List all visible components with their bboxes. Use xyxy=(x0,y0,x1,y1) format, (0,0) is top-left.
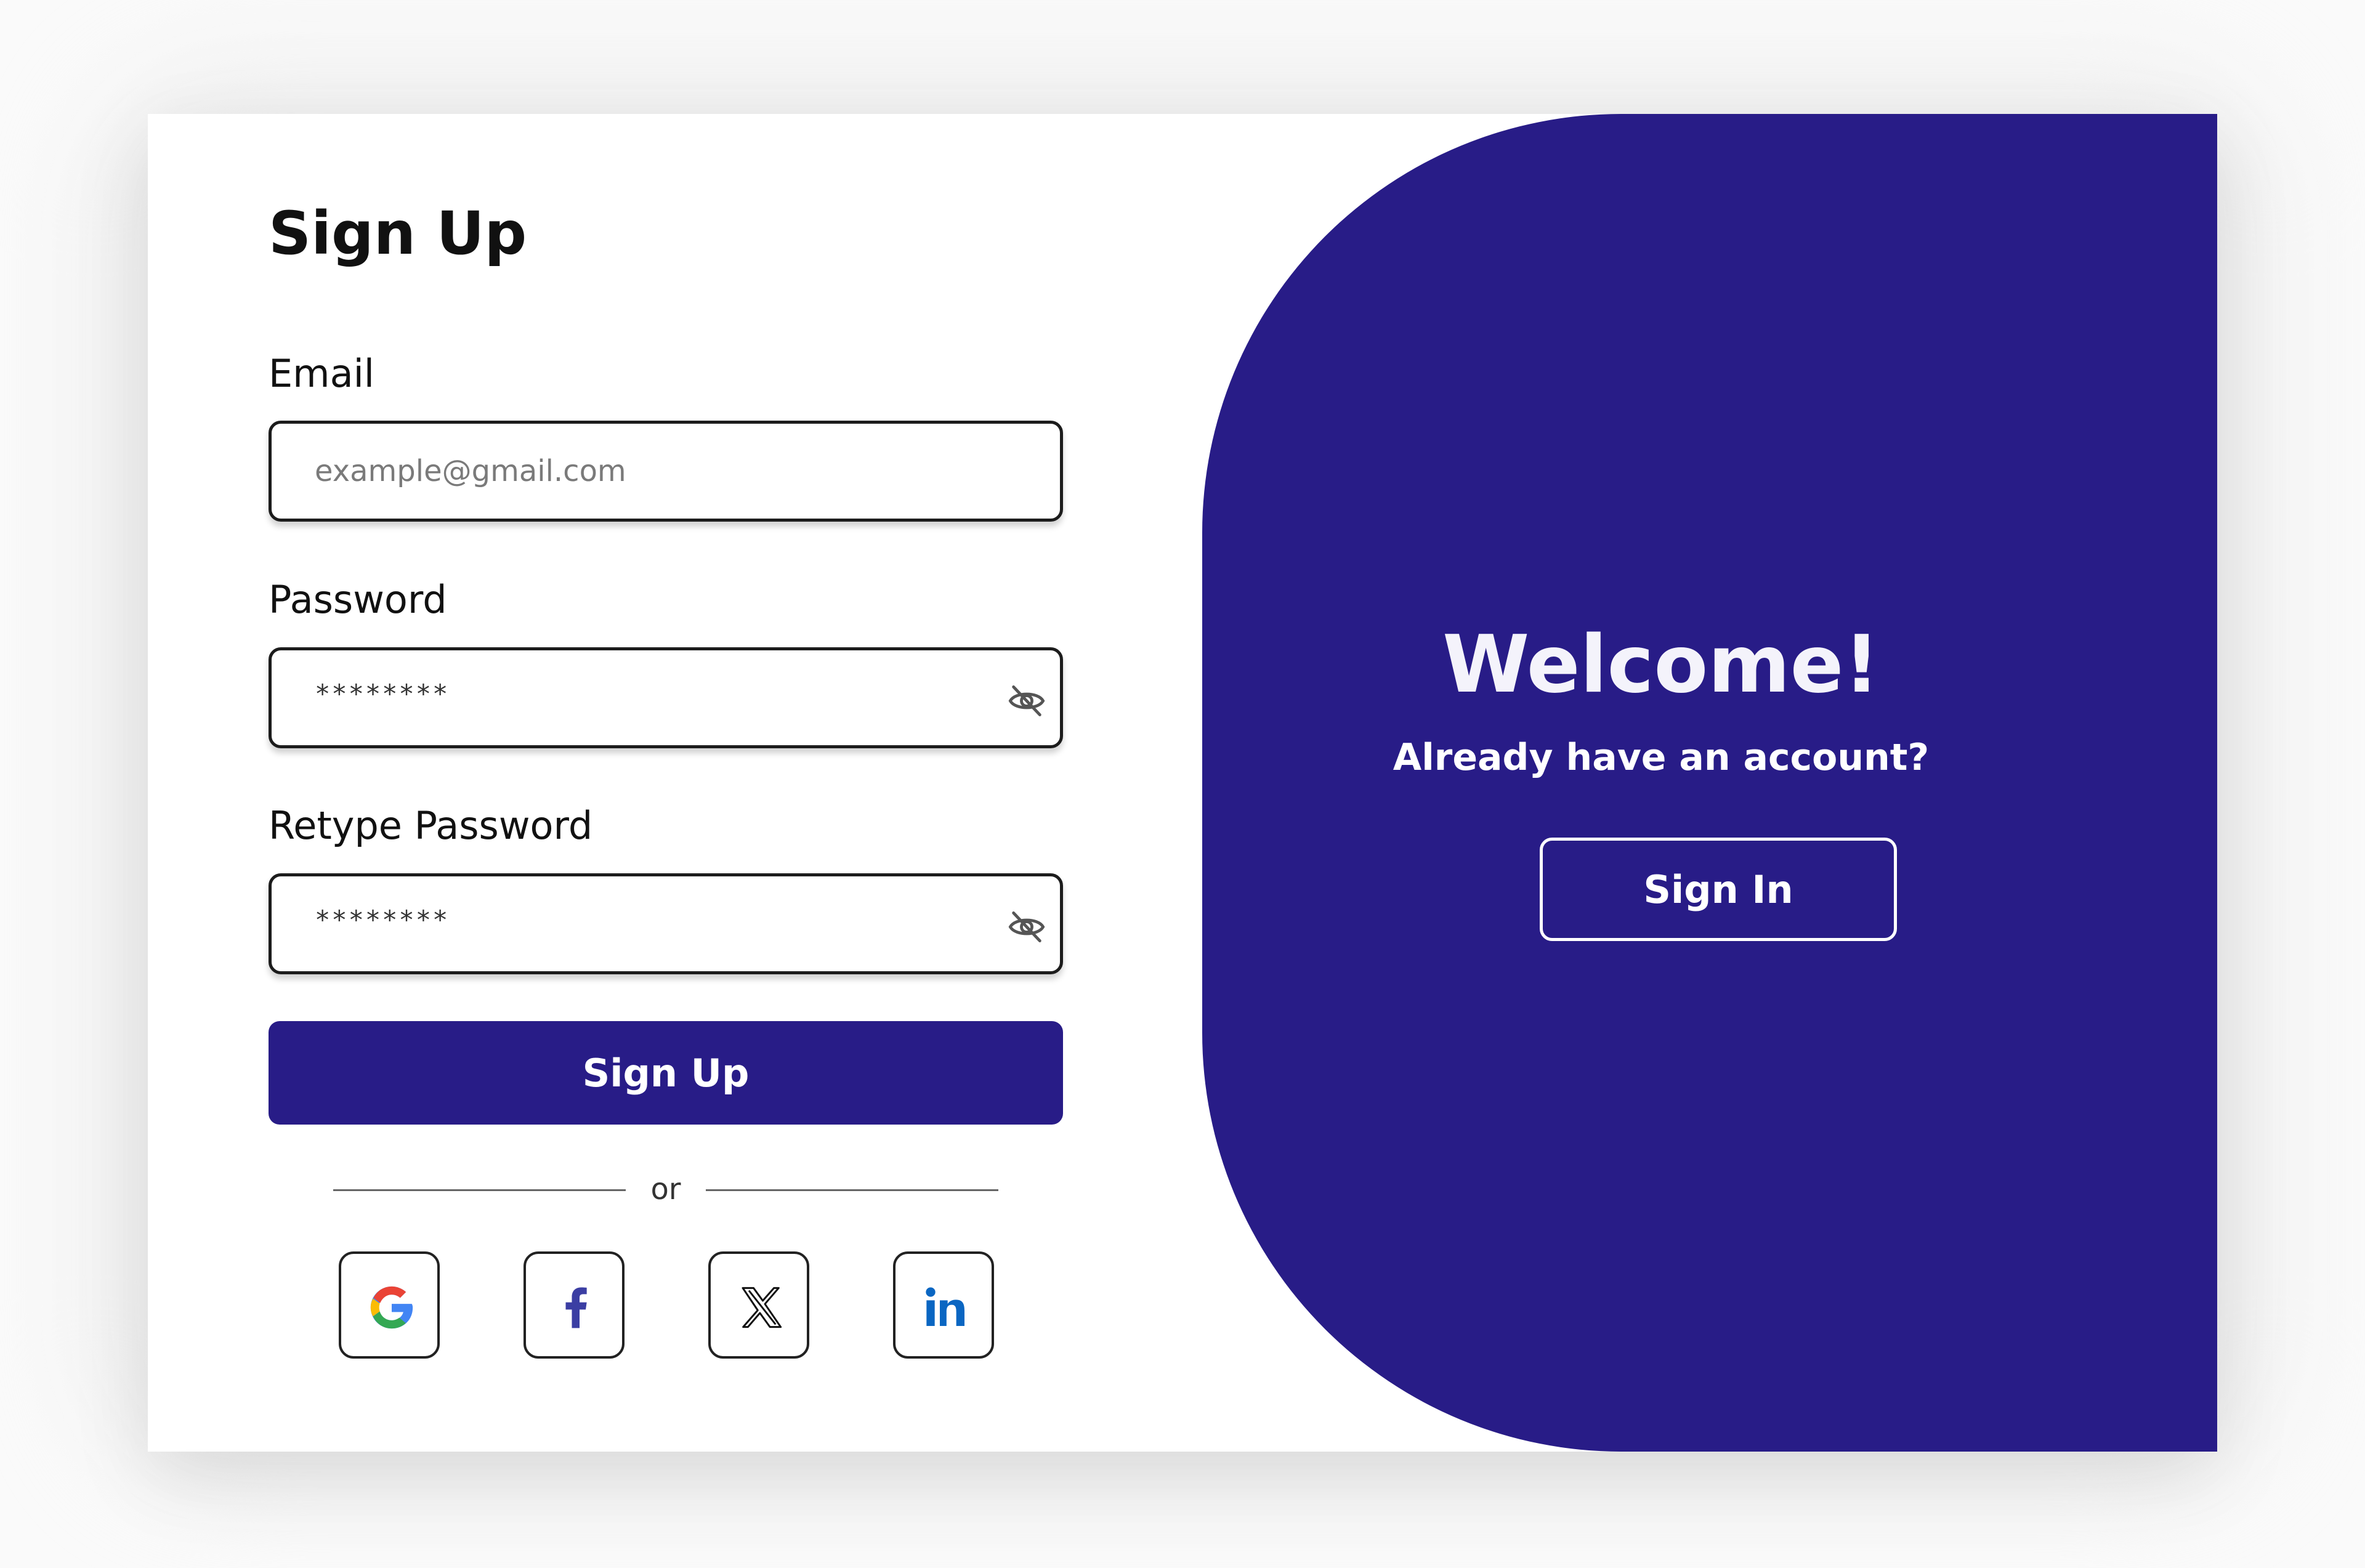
facebook-signin-button[interactable] xyxy=(524,1251,625,1359)
linkedin-icon xyxy=(926,1287,964,1326)
retype-password-field[interactable] xyxy=(315,876,943,963)
eye-off-icon[interactable] xyxy=(1007,907,1046,947)
facebook-icon xyxy=(565,1287,587,1328)
divider-line-right xyxy=(706,1189,998,1191)
retype-password-label: Retype Password xyxy=(269,803,593,848)
x-signin-button[interactable] xyxy=(708,1251,809,1359)
retype-password-field-box xyxy=(269,873,1063,974)
password-field-box xyxy=(269,647,1063,748)
email-field-box xyxy=(269,421,1063,522)
email-field[interactable] xyxy=(315,424,943,519)
eye-off-icon[interactable] xyxy=(1007,681,1046,721)
welcome-heading: Welcome! xyxy=(1442,619,1880,711)
password-label: Password xyxy=(269,577,447,622)
or-divider: or xyxy=(269,1171,1063,1208)
password-field[interactable] xyxy=(315,650,943,737)
x-icon xyxy=(742,1287,782,1328)
sign-in-button[interactable]: Sign In xyxy=(1540,838,1897,941)
page-title: Sign Up xyxy=(269,199,527,268)
welcome-panel xyxy=(1202,114,2217,1452)
google-icon xyxy=(370,1286,413,1329)
auth-card: Sign Up Email Password Retype Password S… xyxy=(148,114,2217,1452)
welcome-subtext: Already have an account? xyxy=(1393,736,1930,779)
email-label: Email xyxy=(269,351,375,396)
linkedin-signin-button[interactable] xyxy=(893,1251,994,1359)
sign-up-button[interactable]: Sign Up xyxy=(269,1021,1063,1125)
google-signin-button[interactable] xyxy=(339,1251,440,1359)
